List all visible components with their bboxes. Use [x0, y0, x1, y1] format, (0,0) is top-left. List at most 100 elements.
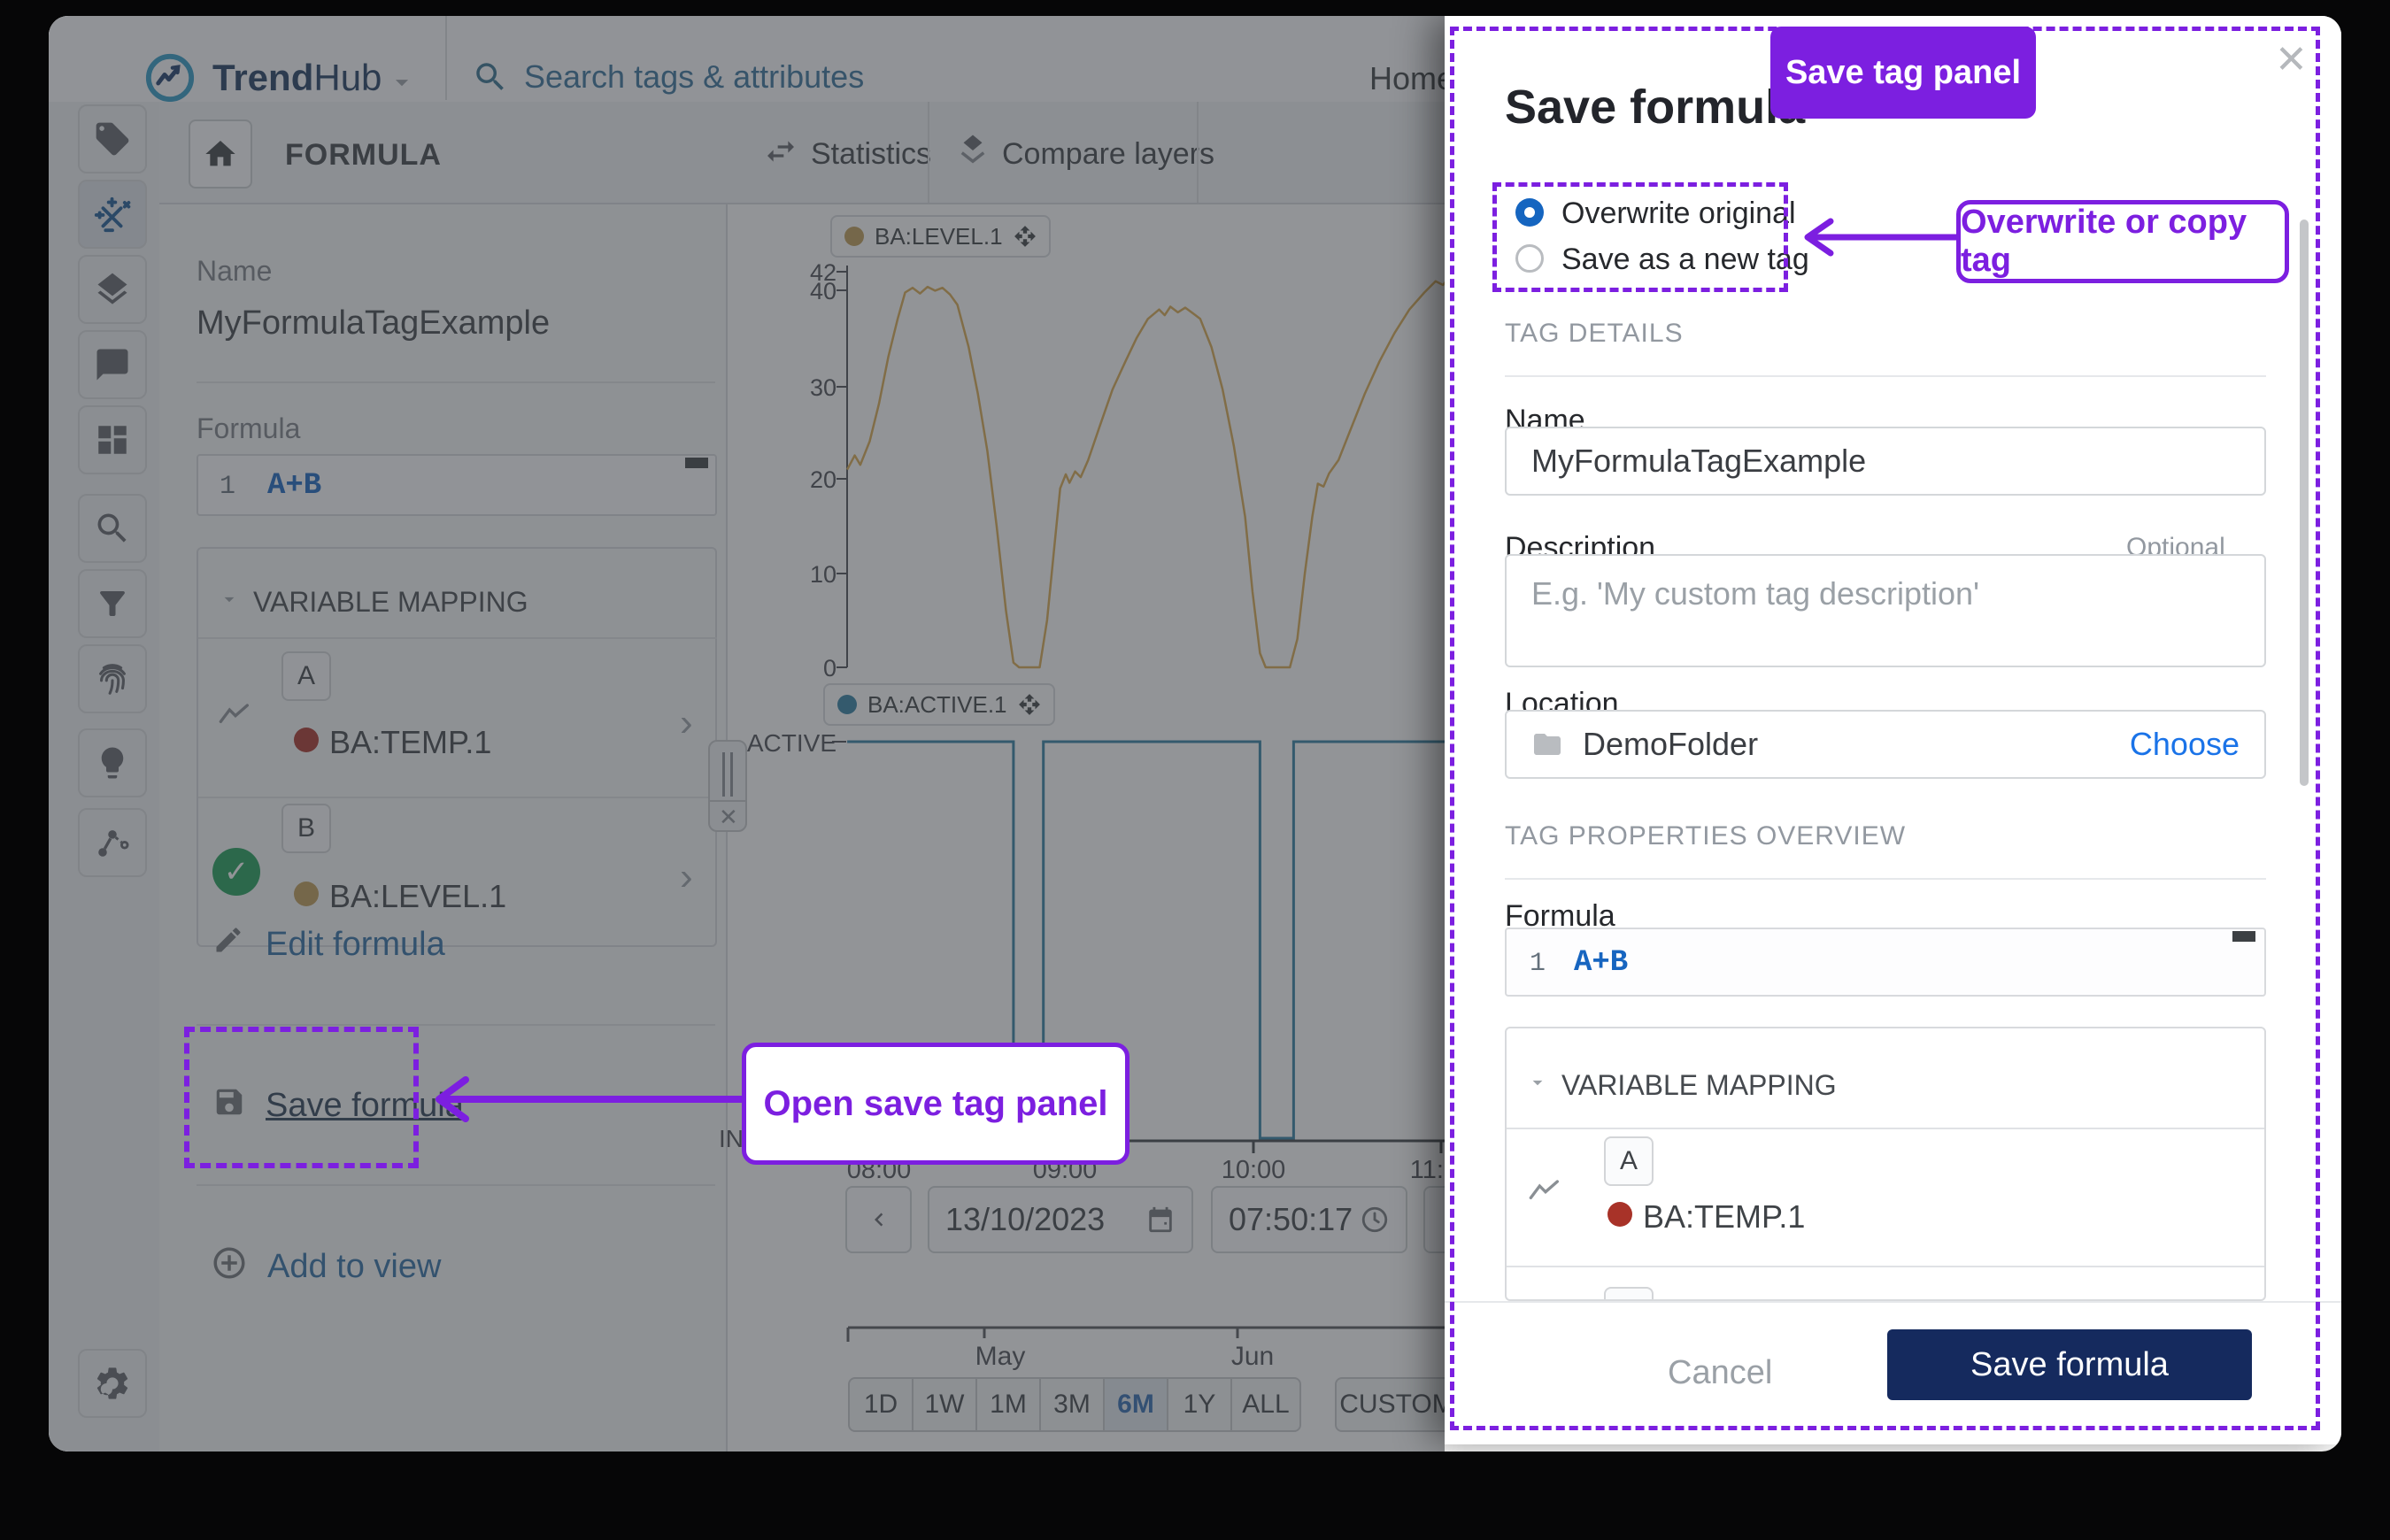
topbar-divider	[445, 16, 447, 100]
legend-chip-active[interactable]: BA:ACTIVE.1	[823, 683, 1055, 726]
add-circle-icon	[211, 1244, 248, 1282]
time-picker[interactable]: 07:50:17	[1211, 1186, 1407, 1253]
panel-footer: Cancel Save formula	[1445, 1301, 2341, 1444]
range-6m-selected[interactable]: 6M	[1103, 1377, 1168, 1432]
sidebar-item-search[interactable]	[78, 494, 147, 563]
choose-location-link[interactable]: Choose	[2130, 726, 2240, 763]
tag-name-input[interactable]	[1505, 427, 2266, 496]
sidebar-item-formula[interactable]	[78, 180, 147, 249]
folder-icon	[1531, 728, 1563, 760]
range-3m[interactable]: 3M	[1039, 1377, 1105, 1432]
tag-description-textarea[interactable]	[1505, 554, 2266, 667]
variable-mapping-header[interactable]: VARIABLE MAPPING	[253, 586, 528, 619]
timeframe-back-button[interactable]	[845, 1186, 912, 1253]
location-value: DemoFolder	[1583, 726, 1758, 763]
chevron-right-icon[interactable]: ›	[680, 864, 693, 890]
sidebar-item-layers[interactable]	[78, 255, 147, 324]
brand-caret-down-icon[interactable]	[387, 67, 417, 97]
formula-code: A+B	[1574, 946, 1628, 980]
chevron-right-icon[interactable]: ›	[680, 710, 693, 736]
move-icon[interactable]	[1018, 693, 1041, 716]
date-picker[interactable]: 13/10/2023	[928, 1186, 1193, 1253]
sidebar-item-settings[interactable]	[78, 1349, 147, 1418]
sidebar-item-model[interactable]	[78, 808, 147, 877]
sidebar-item-tags[interactable]	[78, 104, 147, 173]
panel-splitter[interactable]: ✕	[708, 740, 747, 832]
layers-icon	[93, 270, 132, 309]
fingerprint-icon	[92, 658, 133, 699]
sidebar-item-ideas[interactable]	[78, 728, 147, 797]
sidebar-item-fingerprint[interactable]	[78, 644, 147, 713]
sidebar-item-dashboards[interactable]	[78, 405, 147, 474]
cancel-button[interactable]: Cancel	[1668, 1354, 1772, 1392]
compare-layers-icon	[954, 132, 991, 169]
tag-color-dot	[294, 728, 319, 752]
annotation-badge-save-tag-panel: Save tag panel	[1770, 27, 2036, 119]
variable-row-b[interactable]: ✓ B BA:LEVEL.1 ›	[198, 797, 717, 947]
move-icon[interactable]	[1014, 225, 1037, 248]
brand-hub: Hub	[313, 57, 382, 98]
panel-variable-mapping-card: VARIABLE MAPPING A BA:TEMP.1 B	[1505, 1027, 2266, 1301]
brand-name[interactable]: TrendHub	[212, 57, 382, 99]
custom-label: CUSTOM	[1339, 1390, 1453, 1420]
name-value: MyFormulaTagExample	[197, 304, 550, 343]
sidebar-item-filter[interactable]	[78, 569, 147, 638]
search-icon	[93, 509, 132, 548]
variable-key-badge: B	[281, 804, 331, 853]
lightbulb-icon	[94, 744, 131, 782]
formula-line-number: 1	[220, 472, 235, 502]
formula-line-number: 1	[1530, 949, 1546, 979]
app-window: TrendHub Home	[49, 16, 2341, 1451]
radio-save-new-tag[interactable]	[1515, 244, 1544, 273]
radio-overwrite-label[interactable]: Overwrite original	[1561, 196, 1796, 231]
range-1d[interactable]: 1D	[848, 1377, 914, 1432]
save-formula-button[interactable]: Save formula	[1887, 1329, 2252, 1400]
formula-label: Formula	[197, 412, 300, 445]
editor-scrollbar[interactable]	[2232, 931, 2255, 942]
y-tick: 40	[775, 278, 836, 305]
check-circle-icon: ✓	[212, 848, 260, 896]
panel-scrollbar[interactable]	[2300, 219, 2309, 786]
tag-color-dot	[294, 882, 319, 906]
range-1w[interactable]: 1W	[912, 1377, 977, 1432]
legend-chip-level[interactable]: BA:LEVEL.1	[830, 215, 1051, 258]
editor-scrollbar[interactable]	[685, 458, 708, 468]
brand-trend: Trend	[212, 57, 313, 98]
trendhub-logo-icon	[144, 52, 196, 104]
y-tick: 30	[775, 374, 836, 402]
variable-key-badge: A	[1604, 1136, 1654, 1186]
close-icon[interactable]: ✕	[2275, 37, 2308, 82]
panel-formula-editor[interactable]: 1 A+B	[1505, 928, 2266, 997]
collapse-caret-icon[interactable]	[218, 588, 241, 611]
formula-editor[interactable]: 1 A+B	[197, 454, 717, 516]
variable-mapping-header[interactable]: VARIABLE MAPPING	[1561, 1069, 1837, 1102]
sidebar-item-comments[interactable]	[78, 330, 147, 399]
radio-overwrite-original[interactable]	[1515, 198, 1544, 227]
name-label: Name	[197, 255, 272, 288]
variable-row-a[interactable]: A BA:TEMP.1 ›	[198, 637, 717, 797]
close-panel-icon[interactable]: ✕	[719, 804, 738, 831]
home-button[interactable]	[189, 119, 252, 189]
legend-label: BA:LEVEL.1	[875, 223, 1003, 250]
edit-formula-link[interactable]: Edit formula	[266, 926, 445, 964]
date-value: 13/10/2023	[945, 1201, 1105, 1238]
variable-tag-name: BA:LEVEL.1	[329, 878, 506, 915]
range-1y[interactable]: 1Y	[1167, 1377, 1232, 1432]
tag-icon	[93, 119, 132, 158]
search-input[interactable]	[522, 58, 1022, 96]
range-all[interactable]: ALL	[1230, 1377, 1301, 1432]
tab-compare-layers[interactable]: Compare layers	[1002, 137, 1214, 172]
collapse-caret-icon[interactable]	[1526, 1071, 1549, 1094]
radio-new-tag-label[interactable]: Save as a new tag	[1561, 243, 1809, 277]
x-tick: 10:00	[1191, 1156, 1315, 1185]
tab-statistics[interactable]: Statistics	[811, 137, 931, 172]
month-label: Jun	[1199, 1342, 1306, 1372]
range-1m[interactable]: 1M	[975, 1377, 1041, 1432]
sparkline-icon	[218, 701, 253, 728]
time-value: 07:50:17	[1229, 1201, 1353, 1238]
y-tick: 0	[775, 655, 836, 682]
chevron-left-icon	[866, 1206, 892, 1233]
nav-home[interactable]: Home	[1369, 60, 1454, 97]
add-to-view-link[interactable]: Add to view	[267, 1248, 441, 1286]
annotation-callout-open-save: Open save tag panel	[742, 1043, 1129, 1165]
